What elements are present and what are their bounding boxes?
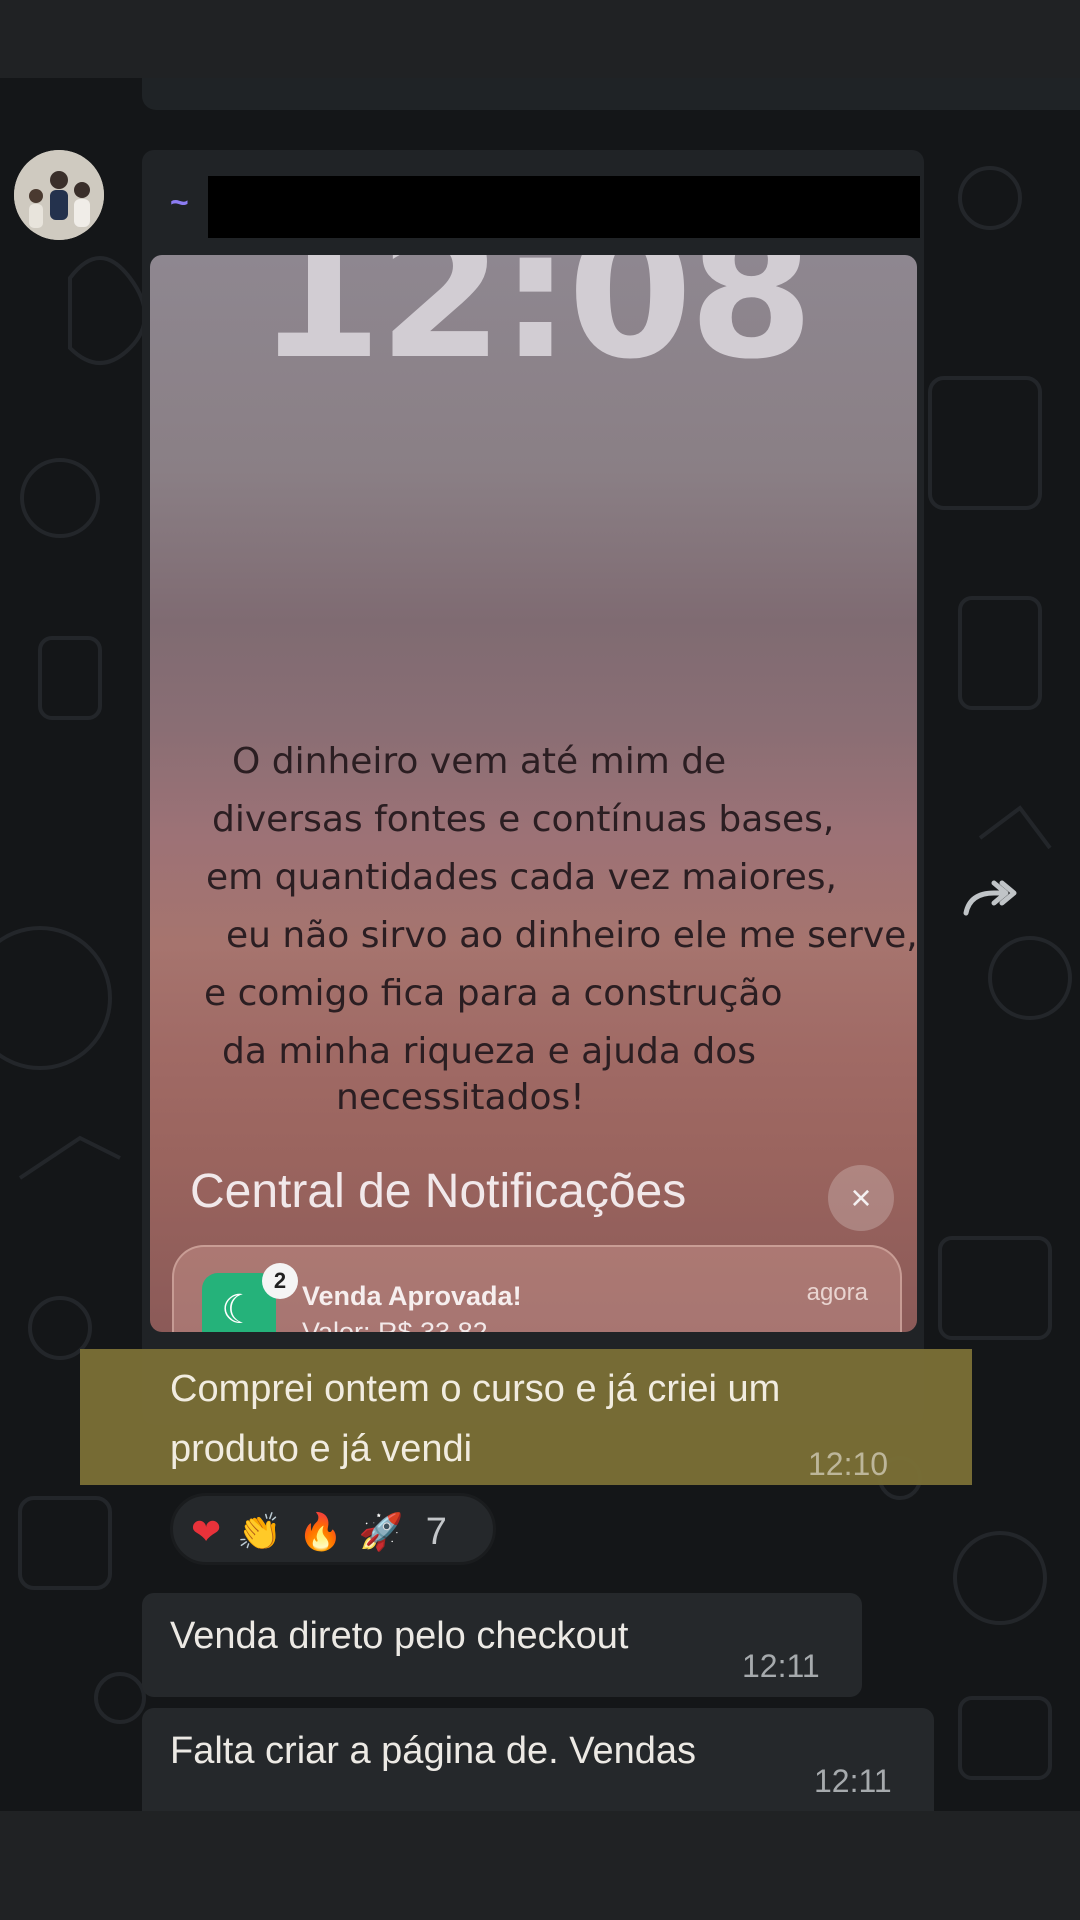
caption-timestamp: 12:10	[808, 1446, 889, 1482]
quote-line: em quantidades cada vez maiores,	[206, 857, 837, 898]
notification-center-title: Central de Notificações	[190, 1165, 687, 1218]
image-caption-text: Comprei ontem o curso e já criei um prod…	[170, 1368, 781, 1470]
sender-name-prefix: ~	[170, 184, 189, 220]
forward-arrow-icon	[963, 880, 1017, 916]
message-timestamp: 12:11	[742, 1648, 820, 1684]
message-text: Venda direto pelo checkout	[170, 1615, 629, 1657]
avatar-photo-icon	[14, 150, 104, 240]
sender-name-redacted	[208, 176, 920, 238]
clap-reaction-icon: 👏	[237, 1511, 283, 1552]
close-icon: ×	[828, 1165, 894, 1231]
quote-line: diversas fontes e contínuas bases,	[212, 799, 835, 840]
quote-line: O dinheiro vem até mim de	[232, 741, 727, 782]
notification-card: ☾ 2 Venda Aprovada! Valor: R$ 33,82 agor…	[172, 1245, 902, 1332]
notification-badge: 2	[262, 1263, 298, 1299]
forward-icon[interactable]	[952, 863, 1022, 933]
reactions-bar[interactable]: ❤ 👏 🔥 🚀 7	[170, 1493, 496, 1565]
notification-time: agora	[806, 1279, 868, 1306]
sender-avatar[interactable]	[14, 150, 104, 240]
quote-line: e comigo fica para a construção	[204, 973, 783, 1014]
wallpaper-quote: O dinheiro vem até mim de diversas fonte…	[204, 733, 917, 1127]
top-app-bar	[0, 0, 1080, 78]
bottom-bar	[0, 1811, 1080, 1920]
message-text: Falta criar a página de. Vendas	[170, 1730, 697, 1772]
reaction-count: 7	[425, 1511, 447, 1553]
message-timestamp: 12:11	[814, 1763, 892, 1799]
previous-message-bubble	[142, 78, 1080, 110]
quote-line: eu não sirvo ao dinheiro ele me serve,	[226, 915, 917, 956]
heart-reaction-icon: ❤	[191, 1511, 222, 1552]
notification-title: Venda Aprovada!	[302, 1281, 522, 1311]
lock-screen-clock: 12:08	[257, 255, 814, 399]
shared-screenshot-image[interactable]: 12:08 O dinheiro vem até mim de diversas…	[150, 255, 917, 1332]
message-bubble[interactable]: Falta criar a página de. Vendas 12:11	[142, 1708, 934, 1811]
chat-area[interactable]: ~ 12:08 O dinheiro vem até mim de divers…	[0, 78, 1080, 1811]
notification-body: Valor: R$ 33,82	[302, 1317, 488, 1332]
message-bubble[interactable]: Venda direto pelo checkout 12:11	[142, 1593, 862, 1697]
fire-reaction-icon: 🔥	[298, 1511, 343, 1552]
rocket-reaction-icon: 🚀	[358, 1511, 404, 1552]
